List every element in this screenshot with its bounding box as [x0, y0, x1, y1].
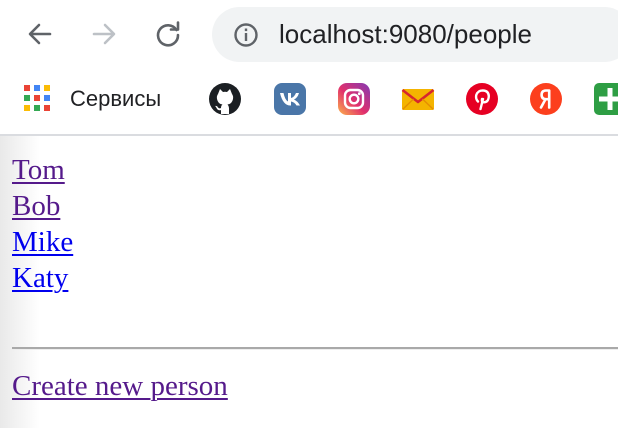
apps-label: Сервисы: [70, 86, 162, 111]
bookmark-plus-app[interactable]: [593, 81, 618, 117]
person-link-bob[interactable]: Bob: [12, 190, 60, 222]
address-bar[interactable]: localhost:9080/people: [212, 7, 618, 62]
forward-button[interactable]: [84, 14, 124, 54]
person-link-katy[interactable]: Katy: [12, 262, 68, 294]
back-button[interactable]: [20, 14, 60, 54]
list-item: Bob: [12, 188, 73, 224]
mail-icon: [401, 88, 435, 111]
bookmark-mail[interactable]: [401, 81, 435, 117]
reload-icon: [156, 21, 180, 47]
bookmarks-bar: Сервисы: [0, 68, 618, 134]
person-link-mike[interactable]: Mike: [12, 226, 73, 258]
bookmark-vk[interactable]: [273, 81, 307, 117]
url-text[interactable]: localhost:9080/people: [279, 7, 532, 62]
page-content: Tom Bob Mike Katy Create new person: [0, 136, 618, 428]
vk-icon: [274, 83, 306, 115]
bookmark-pinterest[interactable]: [465, 81, 499, 117]
create-person-link[interactable]: Create new person: [12, 368, 228, 404]
bookmark-github[interactable]: [208, 81, 242, 117]
info-circle-icon[interactable]: [233, 22, 259, 48]
browser-toolbar: localhost:9080/people: [0, 0, 618, 68]
yandex-icon: [530, 83, 562, 115]
arrow-left-icon: [28, 23, 52, 45]
people-list: Tom Bob Mike Katy: [12, 152, 73, 296]
reload-button[interactable]: [148, 14, 188, 54]
bookmark-yandex[interactable]: [529, 81, 563, 117]
bookmark-instagram[interactable]: [337, 81, 371, 117]
list-item: Tom: [12, 152, 73, 188]
github-icon: [209, 83, 241, 115]
arrow-right-icon: [92, 23, 116, 45]
apps-grid-icon: [24, 85, 52, 113]
list-item: Katy: [12, 260, 73, 296]
pinterest-icon: [466, 83, 498, 115]
instagram-icon: [338, 83, 370, 115]
horizontal-rule: [12, 347, 618, 350]
person-link-tom[interactable]: Tom: [12, 154, 65, 186]
bookmark-apps[interactable]: Сервисы: [24, 81, 161, 117]
list-item: Mike: [12, 224, 73, 260]
plus-app-icon: [594, 83, 618, 115]
